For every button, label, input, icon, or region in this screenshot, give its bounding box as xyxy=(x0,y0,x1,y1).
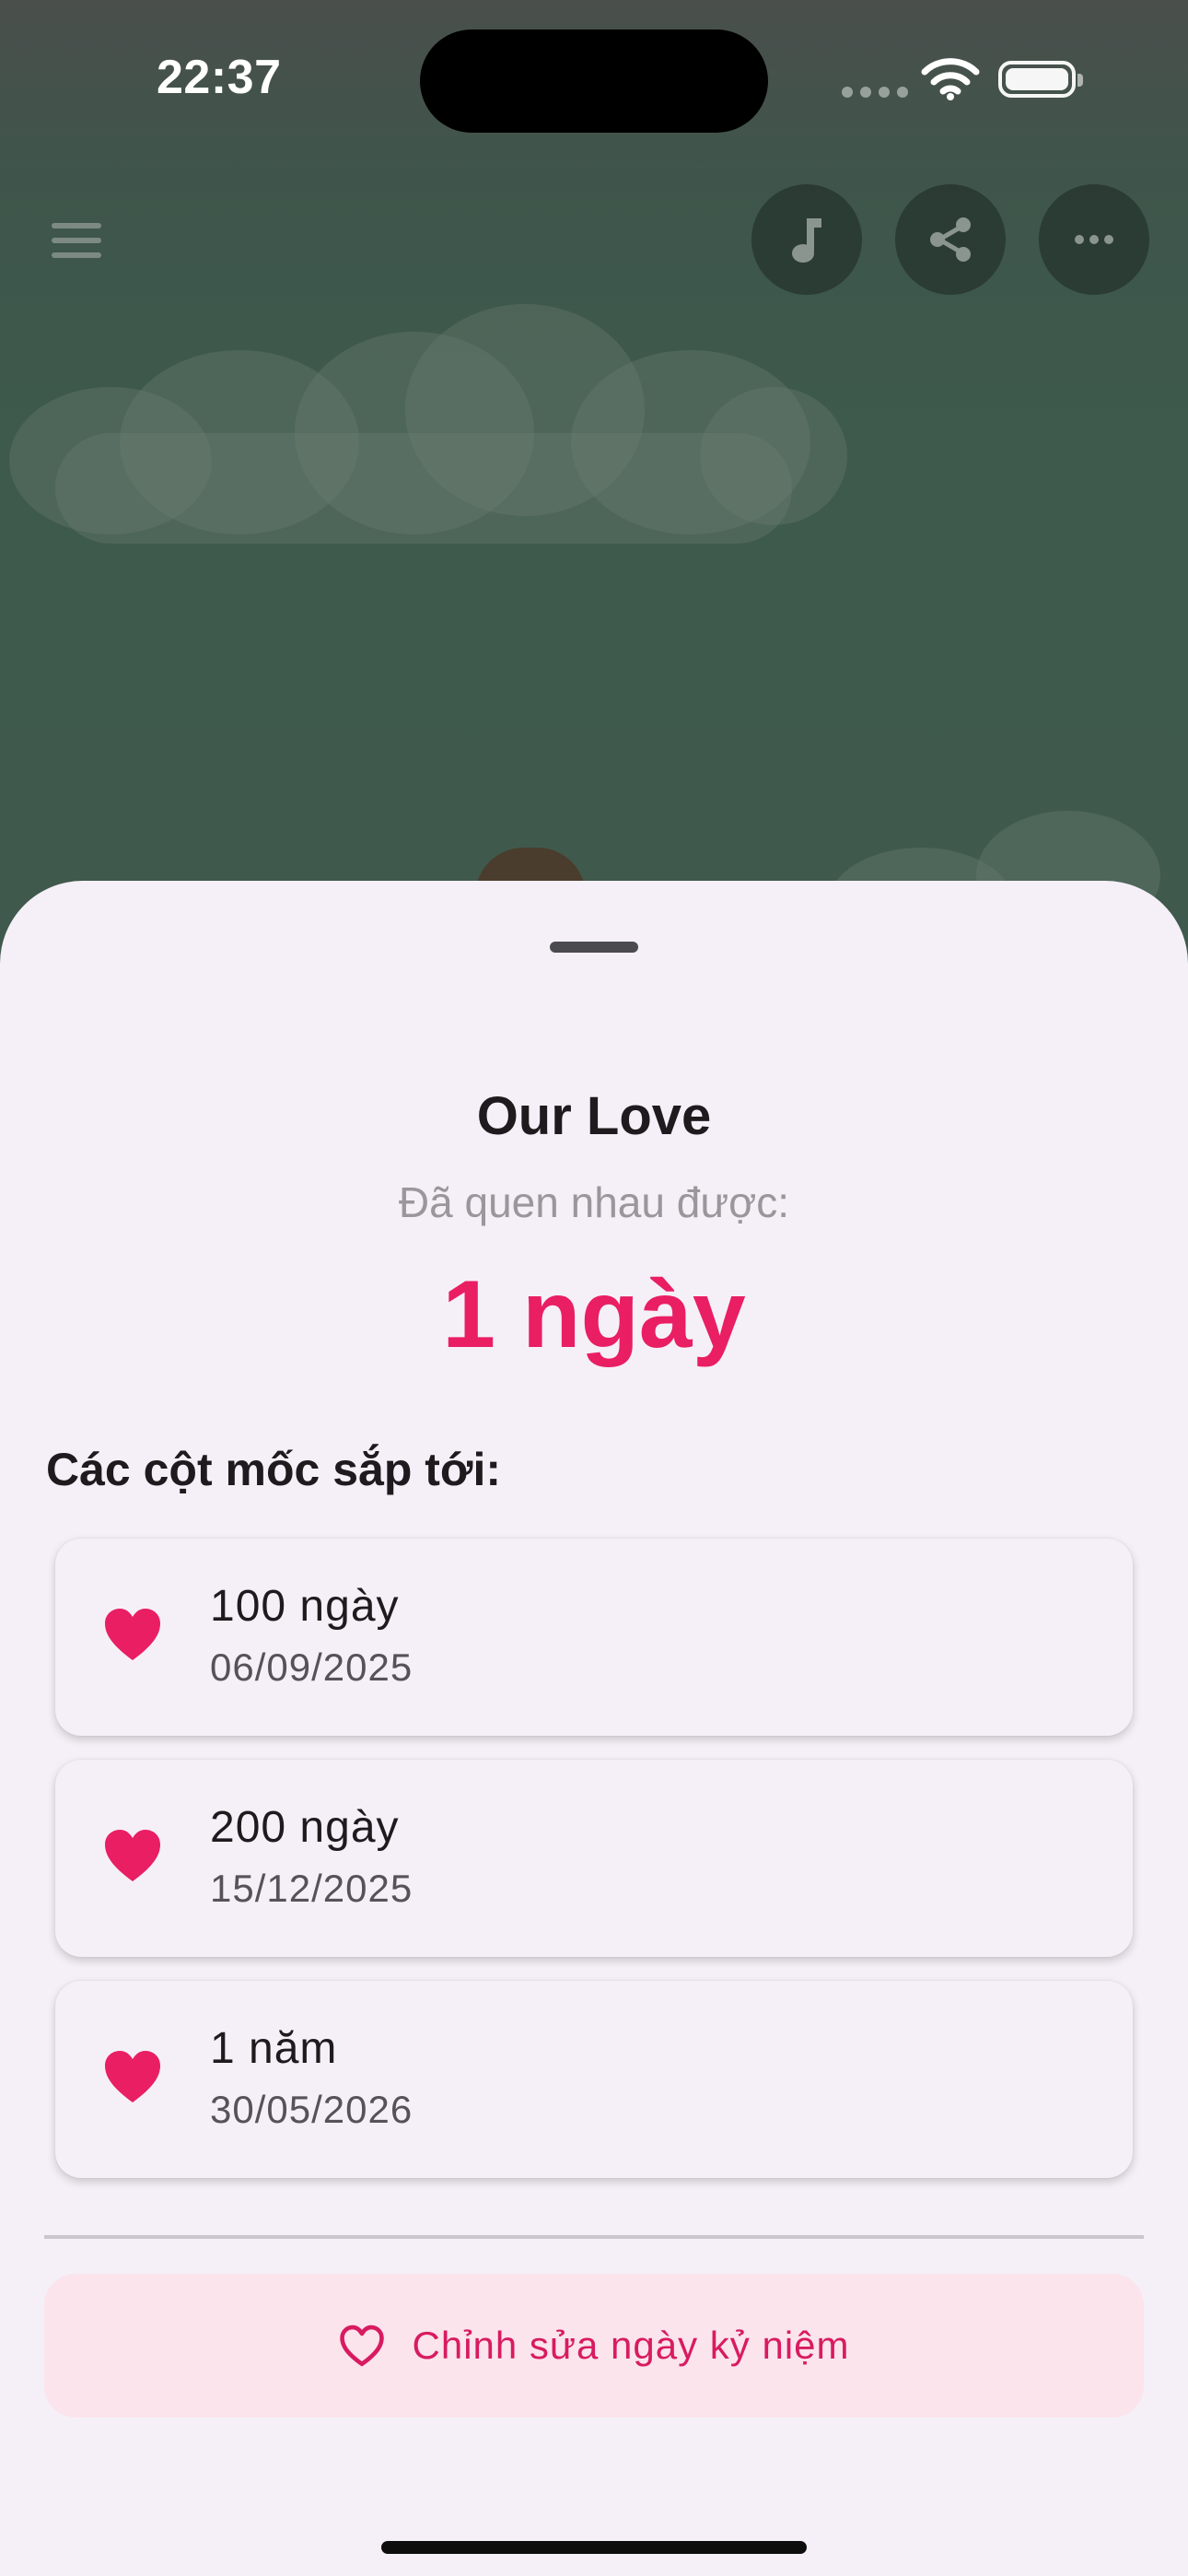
background-scene xyxy=(0,0,1188,977)
divider xyxy=(44,2235,1144,2239)
music-note-icon xyxy=(792,218,821,263)
sheet-subtitle: Đã quen nhau được: xyxy=(398,1178,790,1226)
heart-icon xyxy=(105,2051,160,2102)
wifi-icon xyxy=(921,58,980,100)
milestone-card[interactable]: 100 ngày 06/09/2025 xyxy=(55,1539,1133,1736)
home-indicator[interactable] xyxy=(381,2541,807,2554)
edit-anniversary-button[interactable]: Chỉnh sửa ngày kỷ niệm xyxy=(44,2274,1144,2418)
more-button[interactable] xyxy=(1039,184,1149,295)
days-counter: 1 ngày xyxy=(442,1261,746,1368)
menu-button[interactable] xyxy=(44,212,111,267)
drag-handle[interactable] xyxy=(550,942,638,953)
dynamic-island xyxy=(420,29,768,133)
milestone-date: 06/09/2025 xyxy=(210,1645,413,1689)
share-button[interactable] xyxy=(895,184,1006,295)
heart-icon xyxy=(105,1830,160,1881)
status-time: 22:37 xyxy=(157,51,282,104)
milestone-title: 1 năm xyxy=(210,2024,338,2073)
more-horizontal-icon xyxy=(1075,235,1113,244)
cellular-signal-icon xyxy=(842,87,908,98)
milestone-card[interactable]: 200 ngày 15/12/2025 xyxy=(55,1760,1133,1957)
edit-anniversary-label: Chỉnh sửa ngày kỷ niệm xyxy=(412,2324,850,2367)
heart-icon xyxy=(105,1609,160,1660)
milestone-card[interactable]: 1 năm 30/05/2026 xyxy=(55,1981,1133,2178)
battery-icon xyxy=(998,61,1083,98)
heart-outline-icon xyxy=(339,2324,384,2367)
share-icon xyxy=(930,217,971,262)
milestone-date: 15/12/2025 xyxy=(210,1867,413,1910)
milestone-title: 200 ngày xyxy=(210,1803,400,1852)
milestones-label: Các cột mốc sắp tới: xyxy=(46,1444,501,1495)
milestone-title: 100 ngày xyxy=(210,1582,400,1631)
music-button[interactable] xyxy=(751,184,862,295)
milestone-date: 30/05/2026 xyxy=(210,2088,413,2131)
sheet-title: Our Love xyxy=(476,1086,712,1146)
